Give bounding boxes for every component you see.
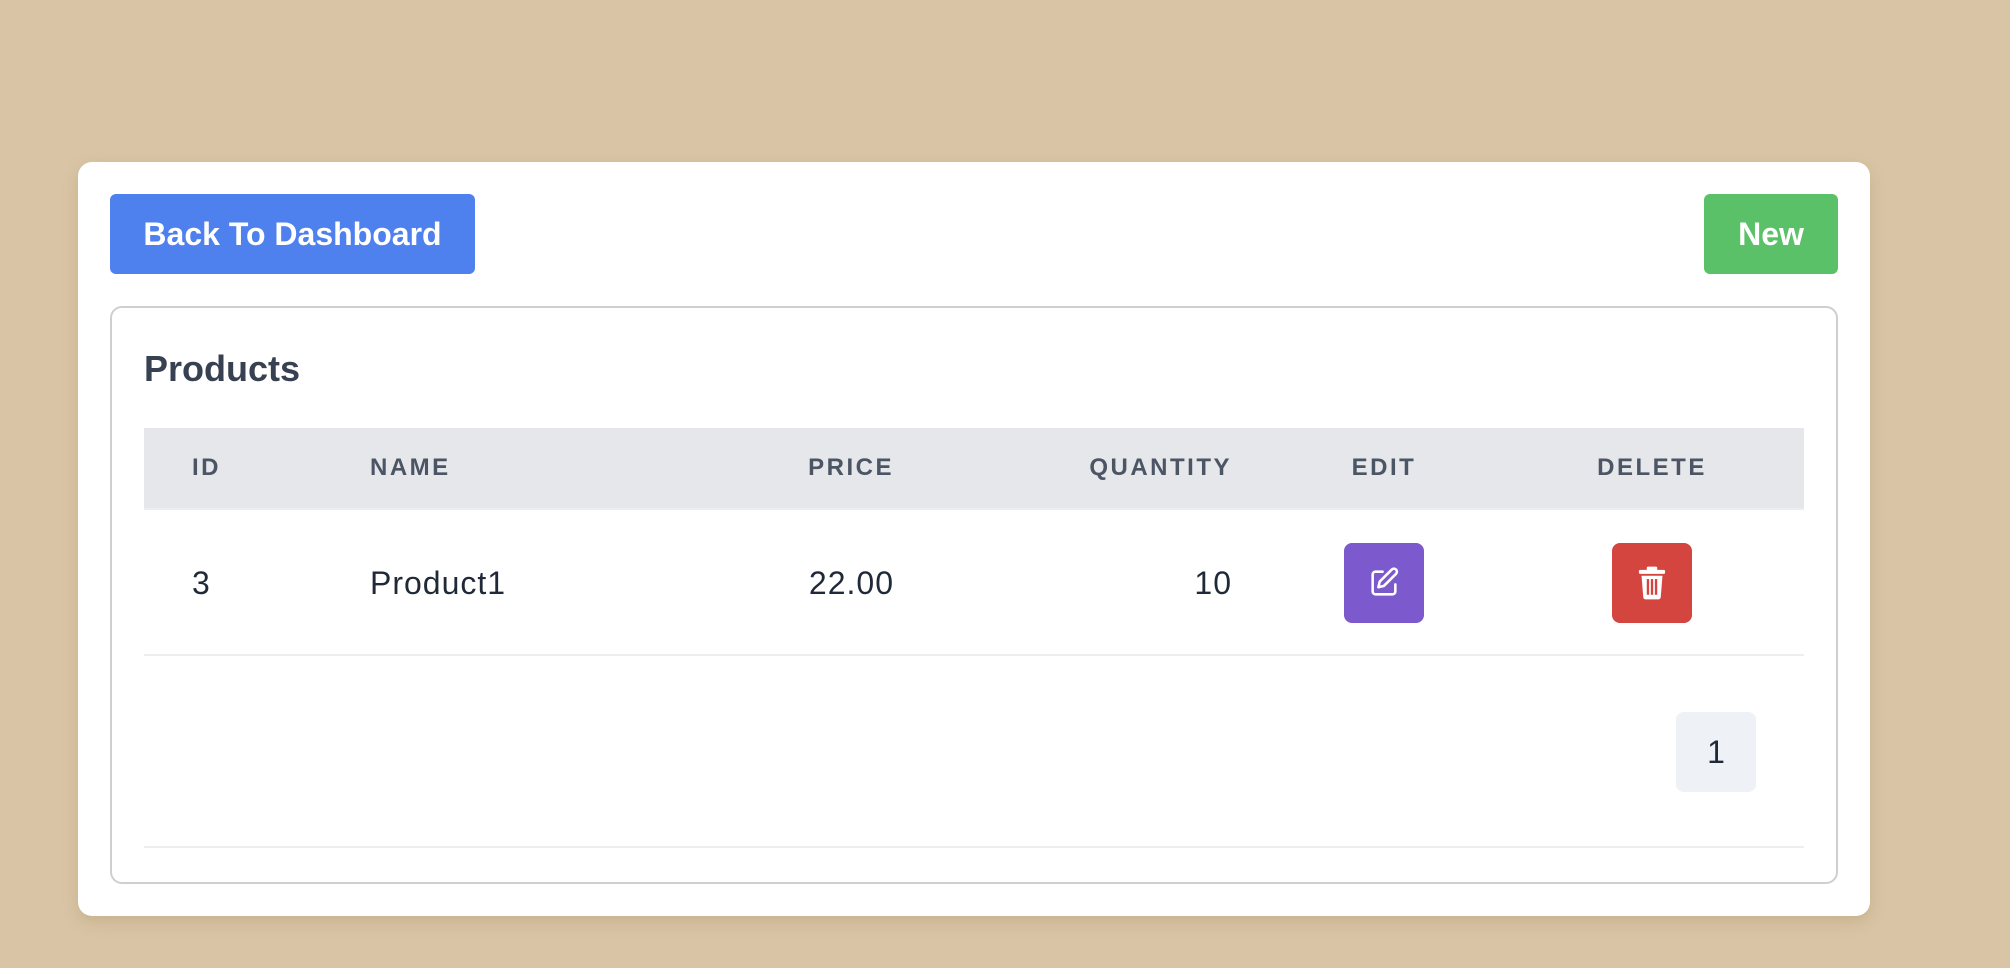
column-header-quantity: QUANTITY (1089, 454, 1232, 481)
edit-button[interactable] (1344, 543, 1424, 623)
products-panel: Products ID NAME PRICE QUANTITY EDIT DEL… (110, 306, 1838, 884)
cell-name: Product1 (370, 564, 507, 601)
column-header-id: ID (192, 454, 221, 481)
trash-icon (1638, 566, 1666, 600)
column-header-delete: DELETE (1597, 454, 1707, 481)
cell-edit (1304, 510, 1464, 656)
cell-id: 3 (192, 564, 211, 601)
cell-price: 22.00 (808, 564, 894, 601)
table-footer: 1 (144, 656, 1804, 848)
column-header-name: NAME (370, 454, 451, 481)
cell-quantity: 10 (1194, 564, 1232, 601)
back-to-dashboard-button[interactable]: Back To Dashboard (110, 194, 475, 274)
edit-icon (1371, 567, 1399, 596)
cell-delete (1572, 510, 1732, 656)
page-title: Products (144, 348, 301, 389)
products-card: Back To Dashboard New Products ID NAME P… (78, 162, 1870, 916)
table-row: 3 Product1 22.00 10 (144, 510, 1804, 656)
pagination-page-1[interactable]: 1 (1676, 712, 1756, 792)
delete-button[interactable] (1612, 543, 1692, 623)
column-header-edit: EDIT (1351, 454, 1417, 481)
products-table: ID NAME PRICE QUANTITY EDIT DELETE 3 Pro… (144, 428, 1804, 848)
table-header: ID NAME PRICE QUANTITY EDIT DELETE (144, 428, 1804, 510)
new-product-button[interactable]: New (1704, 194, 1838, 274)
column-header-price: PRICE (808, 454, 894, 481)
